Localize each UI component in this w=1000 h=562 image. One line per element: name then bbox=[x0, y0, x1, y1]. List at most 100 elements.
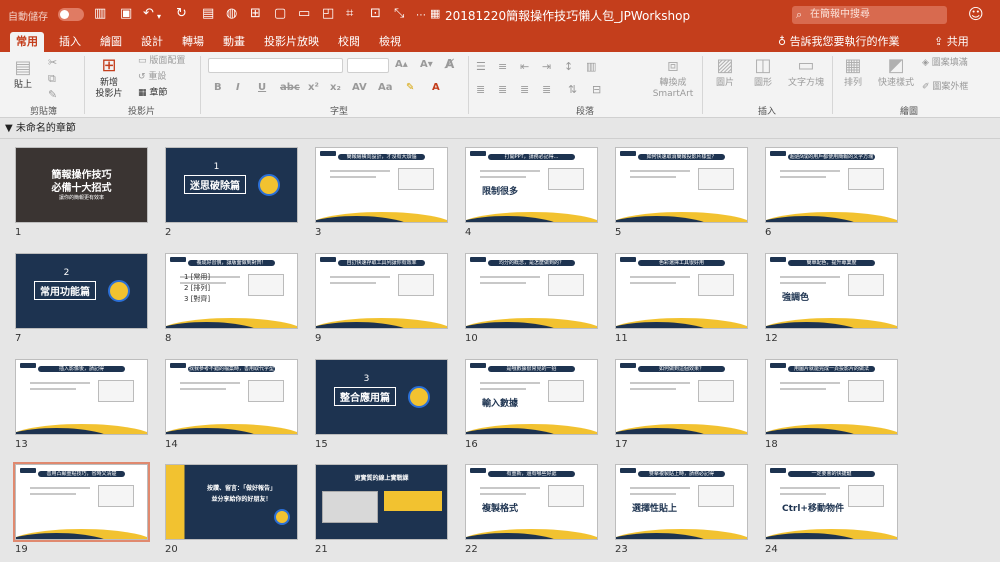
undo-dropdown-icon[interactable]: ▾ bbox=[157, 9, 161, 25]
search-input[interactable]: ⌕ 在簡報中搜尋 bbox=[792, 6, 947, 24]
superscript-icon[interactable]: x² bbox=[308, 82, 319, 93]
slide-thumbnail[interactable]: 超過9成的用戶都使用簡報的文字方塊 bbox=[765, 147, 898, 223]
text-direction-icon[interactable]: ⇅ bbox=[568, 83, 577, 96]
grid-icon[interactable]: ⊞ bbox=[250, 6, 261, 22]
paste-button[interactable]: ▤ 貼上 bbox=[6, 58, 40, 91]
slide-thumbnail[interactable]: 如何做到這個效果？ bbox=[615, 359, 748, 435]
font-size-input[interactable] bbox=[347, 58, 389, 73]
autosave-toggle[interactable] bbox=[58, 8, 84, 21]
shape-outline-button[interactable]: ✐ 圖案外框 bbox=[922, 82, 968, 93]
slide-thumbnail[interactable]: 3 整合應用篇 bbox=[315, 359, 448, 435]
tab-draw[interactable]: 繪圖 bbox=[94, 32, 128, 52]
increase-indent-icon[interactable]: ⇥ bbox=[542, 60, 551, 73]
align-right-icon[interactable]: ≣ bbox=[520, 83, 529, 96]
textbox-icon[interactable]: ▢ bbox=[274, 6, 286, 22]
convert-smartart-button[interactable]: ⧈ 轉換成 SmartArt bbox=[648, 56, 698, 100]
bullets-icon[interactable]: ☰ bbox=[476, 60, 486, 73]
tab-insert[interactable]: 插入 bbox=[53, 32, 87, 52]
sidebar-icon[interactable]: ▥ bbox=[94, 6, 106, 22]
slide-thumbnail[interactable]: 簡單配色，提升專業度 強調色 bbox=[765, 253, 898, 329]
arrange-button[interactable]: ▦ 排列 bbox=[838, 56, 868, 89]
slide-thumbnail[interactable]: 養成好習慣，讓版面做到對齊！ 1 [常用] 2 [排列] 3 [對齊] bbox=[165, 253, 298, 329]
collapse-triangle-icon[interactable]: ▼ bbox=[5, 123, 13, 134]
slide-thumbnail[interactable]: 用圖片就能完成一頁投影片的做法 bbox=[765, 359, 898, 435]
slide-thumbnail[interactable]: 打開PPT，請務必記得... 限制很多 bbox=[465, 147, 598, 223]
reset-button[interactable]: ↺ 重設 bbox=[138, 72, 166, 83]
slide-thumbnail[interactable]: 色彩選擇工具很好用 bbox=[615, 253, 748, 329]
slide-thumbnail[interactable]: 雙擊複製貼上時，請務必記得 選擇性貼上 bbox=[615, 464, 748, 540]
table-icon[interactable]: ⊡ bbox=[370, 6, 381, 22]
slide-thumbnail[interactable]: 2 常用功能篇 bbox=[15, 253, 148, 329]
content-image bbox=[848, 168, 884, 190]
slide-thumbnail[interactable]: 更實質的線上實戰課 bbox=[315, 464, 448, 540]
slide-thumbnail[interactable]: 簡報操作技巧 必備十大招式 讓你的簡報更有效率 bbox=[15, 147, 148, 223]
new-slide-button[interactable]: ⊞ 新增 投影片 bbox=[90, 56, 128, 100]
save-icon[interactable]: ▣ bbox=[120, 6, 132, 22]
slide-thumbnail[interactable]: 如何快速取消簡報投影片樣型？ bbox=[615, 147, 748, 223]
tab-view[interactable]: 檢視 bbox=[373, 32, 407, 52]
font-color-icon[interactable]: A bbox=[432, 82, 440, 93]
align-text-icon[interactable]: ⊟ bbox=[592, 83, 601, 96]
line-spacing-icon[interactable]: ↕ bbox=[564, 60, 573, 73]
change-case-icon[interactable]: Aa bbox=[378, 82, 393, 93]
underline-icon[interactable]: U bbox=[258, 82, 266, 93]
clear-format-icon[interactable]: A̸ bbox=[445, 57, 454, 71]
strikethrough-icon[interactable]: abc bbox=[280, 82, 300, 93]
copy-icon[interactable]: ⧉ bbox=[48, 72, 56, 86]
share-button[interactable]: ⇪ 共用 bbox=[934, 33, 969, 49]
picture-icon: ▨ bbox=[716, 55, 734, 76]
format-painter-icon[interactable]: ✎ bbox=[48, 88, 57, 101]
picture-button[interactable]: ▨ 圖片 bbox=[710, 56, 740, 89]
slide-thumbnail[interactable]: 1 迷思破除篇 bbox=[165, 147, 298, 223]
align-center-icon[interactable]: ≣ bbox=[498, 83, 507, 96]
bold-icon[interactable]: B bbox=[214, 82, 222, 93]
present-icon[interactable]: ▤ bbox=[202, 6, 214, 22]
tab-design[interactable]: 設計 bbox=[135, 32, 169, 52]
slide-thumbnail[interactable]: 按讚、留言：「做好報告」 並分享給你的好朋友！ bbox=[165, 464, 298, 540]
quick-styles-button[interactable]: ◩ 快速樣式 bbox=[874, 56, 918, 89]
feedback-smile-icon[interactable]: ☺ bbox=[968, 5, 984, 23]
columns-icon[interactable]: ▥ bbox=[586, 60, 596, 73]
numbering-icon[interactable]: ≡ bbox=[498, 60, 507, 73]
italic-icon[interactable]: I bbox=[236, 82, 240, 93]
slide-thumbnail[interactable]: 簡報繪橫向設計，才沒有大煩惱 bbox=[315, 147, 448, 223]
increase-font-icon[interactable]: A▴ bbox=[395, 59, 408, 70]
decrease-font-icon[interactable]: A▾ bbox=[420, 59, 433, 70]
decrease-indent-icon[interactable]: ⇤ bbox=[520, 60, 529, 73]
cut-icon[interactable]: ✂ bbox=[48, 56, 57, 69]
crop-icon[interactable]: ⤡ bbox=[394, 6, 404, 22]
tab-review[interactable]: 校閱 bbox=[332, 32, 366, 52]
smartart-icon[interactable]: ◰ bbox=[322, 6, 334, 22]
shape-fill-button[interactable]: ◈ 圖案填滿 bbox=[922, 58, 968, 69]
slide-thumbnail[interactable]: 是哦數據很常見的一招 輸入數據 bbox=[465, 359, 598, 435]
draw-icon[interactable]: ⌗ bbox=[346, 6, 353, 22]
section-header[interactable]: ▼ 未命名的章節 bbox=[0, 119, 1000, 139]
char-spacing-icon[interactable]: AV bbox=[352, 82, 367, 93]
textbox-button[interactable]: ▭ 文字方塊 bbox=[786, 56, 826, 89]
redo-icon[interactable]: ↻ bbox=[176, 6, 187, 22]
section-button[interactable]: ▦ 章節 bbox=[138, 88, 167, 99]
highlight-icon[interactable]: ✎ bbox=[406, 82, 414, 93]
slide-thumbnail[interactable]: 插入影像後，請記得 bbox=[15, 359, 148, 435]
slide-thumbnail[interactable]: 善用凸顯重點技巧，省時又清楚 bbox=[13, 462, 150, 542]
layout-button[interactable]: ▭ 版面配置 bbox=[138, 56, 185, 67]
slide-thumbnail[interactable]: 找我參考不錯的檔案時，善用取代字型 bbox=[165, 359, 298, 435]
more-icon[interactable]: ⋯ bbox=[416, 8, 426, 24]
picture-icon[interactable]: ▭ bbox=[298, 6, 310, 22]
tell-me-input[interactable]: ♁ 告訴我您要執行的作業 bbox=[778, 33, 900, 49]
subscript-icon[interactable]: x₂ bbox=[330, 82, 341, 93]
shape-button[interactable]: ◫ 圖形 bbox=[748, 56, 778, 89]
slide-thumbnail[interactable]: 自訂快速存取工具列讓你有效率 bbox=[315, 253, 448, 329]
undo-icon[interactable]: ↶ bbox=[143, 6, 154, 22]
tab-animations[interactable]: 動畫 bbox=[217, 32, 251, 52]
shapes-icon[interactable]: ◍ bbox=[226, 6, 237, 22]
justify-icon[interactable]: ≣ bbox=[542, 83, 551, 96]
slide-thumbnail[interactable]: 均分的概念，是怎麼做到的？ bbox=[465, 253, 598, 329]
tab-home[interactable]: 常用 bbox=[10, 32, 44, 52]
slide-thumbnail[interactable]: 有重新，還有哪些好處 複製格式 bbox=[465, 464, 598, 540]
align-left-icon[interactable]: ≣ bbox=[476, 83, 485, 96]
tab-transitions[interactable]: 轉場 bbox=[176, 32, 210, 52]
tab-slideshow[interactable]: 投影片放映 bbox=[258, 32, 325, 52]
slide-thumbnail[interactable]: 一定要會的快捷鍵 Ctrl+移動物件 bbox=[765, 464, 898, 540]
font-name-input[interactable] bbox=[208, 58, 343, 73]
